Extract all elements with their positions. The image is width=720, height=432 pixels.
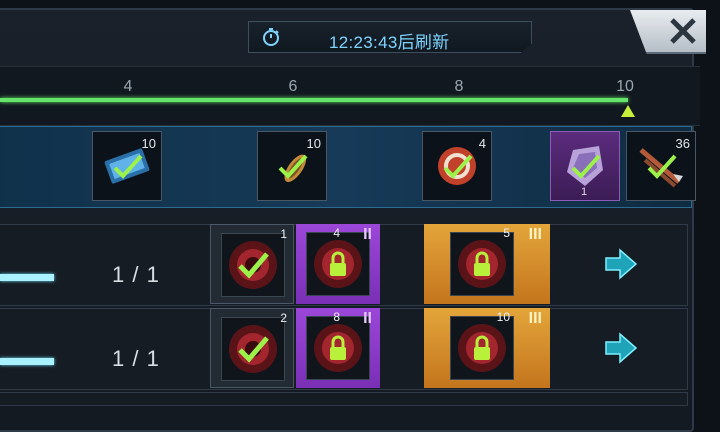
- reward-item-rocket[interactable]: 10: [257, 131, 327, 201]
- reward-count: 4: [478, 136, 486, 151]
- go-arrow-icon[interactable]: [604, 248, 638, 280]
- tier-count: 8: [333, 310, 340, 324]
- tier-reward-cell-1[interactable]: 2: [210, 308, 294, 388]
- reward-item-crystal[interactable]: 1: [550, 131, 620, 201]
- tier-reward-cell-3[interactable]: 10 III: [424, 308, 550, 388]
- milestone-track: [0, 66, 700, 126]
- milestone-tick: 10: [616, 78, 634, 95]
- gear-token-icon: [314, 324, 362, 372]
- reward-count: 36: [675, 136, 690, 151]
- gear-token-icon: [229, 325, 277, 373]
- tier-count: 1: [280, 227, 287, 241]
- reward-frame: [221, 233, 285, 297]
- tier-reward-cell-3[interactable]: 5 III: [424, 224, 550, 304]
- tier-count: 4: [333, 226, 340, 240]
- reward-item-arrows[interactable]: 36: [626, 131, 696, 201]
- reward-sub-count: 1: [581, 186, 588, 198]
- milestone-tick: 6: [288, 78, 298, 95]
- tier-count: 2: [280, 311, 287, 325]
- go-arrow-icon[interactable]: [604, 332, 638, 364]
- gear-token-icon: [458, 240, 506, 288]
- milestone-tick: 4: [123, 78, 133, 95]
- gear-token-icon: [458, 324, 506, 372]
- chip-icon: [438, 147, 476, 185]
- tier-reward-cell-1[interactable]: 1: [210, 224, 294, 304]
- task-progress-text: 1 / 1: [112, 346, 160, 371]
- reward-frame: [450, 232, 514, 296]
- reward-frame: [450, 316, 514, 380]
- timer-text: 12:23:43后刷新: [329, 33, 450, 52]
- reward-frame: [221, 317, 285, 381]
- reward-count: 10: [306, 136, 321, 151]
- gear-token-icon: [314, 240, 362, 288]
- milestone-progress-bar: [0, 98, 628, 102]
- tier-label: II: [363, 310, 372, 327]
- tier-count: 5: [503, 226, 510, 240]
- tier-label: III: [528, 226, 542, 243]
- reward-frame: [306, 316, 370, 380]
- task-progress-bar: [0, 274, 54, 281]
- crystal-icon: [567, 146, 603, 186]
- reward-count: 10: [141, 136, 156, 151]
- reward-item-ticket[interactable]: 10: [92, 131, 162, 201]
- tier-reward-cell-2[interactable]: 8 II: [296, 308, 380, 388]
- tier-count: 10: [496, 310, 510, 324]
- tier-reward-cell-2[interactable]: 4 II: [296, 224, 380, 304]
- gear-token-icon: [229, 241, 277, 289]
- task-progress-bar: [0, 358, 54, 365]
- refresh-timer: 12:23:43后刷新: [248, 21, 532, 53]
- milestone-marker-icon: [621, 105, 635, 117]
- milestone-tick: 8: [454, 78, 464, 95]
- task-progress-text: 1 / 1: [112, 262, 160, 287]
- tier-label: III: [528, 310, 542, 327]
- close-icon: [670, 18, 696, 44]
- reward-item-chip[interactable]: 4: [422, 131, 492, 201]
- stopwatch-icon: [263, 28, 279, 46]
- reward-frame: [306, 232, 370, 296]
- tier-label: II: [363, 226, 372, 243]
